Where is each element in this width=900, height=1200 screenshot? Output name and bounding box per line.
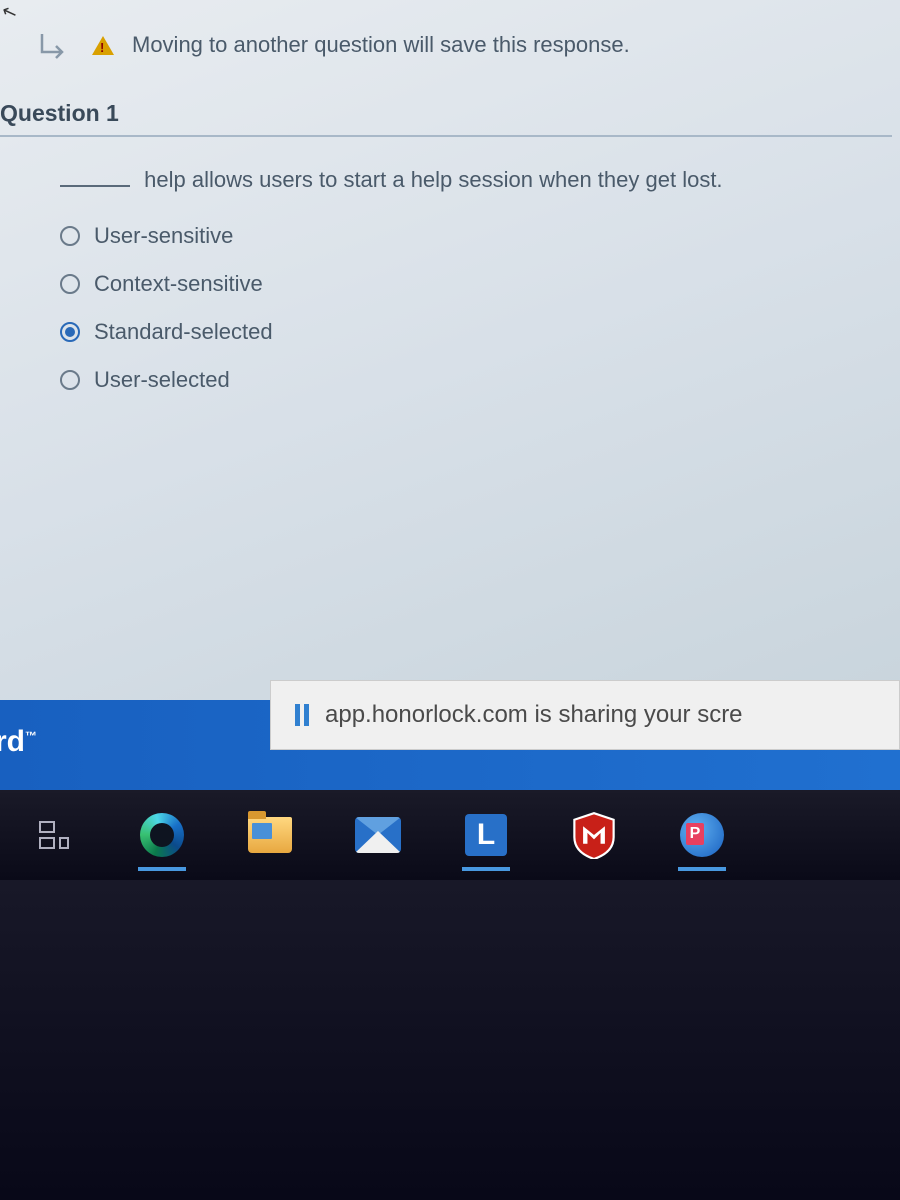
radio-icon[interactable] <box>60 226 80 246</box>
active-indicator <box>462 867 510 871</box>
task-view-icon[interactable] <box>30 811 78 859</box>
option-label: User-selected <box>94 367 230 393</box>
option-label: User-sensitive <box>94 223 233 249</box>
option-3[interactable]: Standard-selected <box>60 319 880 345</box>
trademark-symbol: ™ <box>25 729 37 743</box>
question-text-content: help allows users to start a help sessio… <box>144 167 722 192</box>
option-1[interactable]: User-sensitive <box>60 223 880 249</box>
lockdown-browser-icon[interactable]: L <box>462 811 510 859</box>
fill-blank <box>60 185 130 187</box>
pause-icon <box>295 704 309 726</box>
active-indicator <box>678 867 726 871</box>
warning-text: Moving to another question will save thi… <box>132 32 630 58</box>
pearson-icon[interactable] <box>678 811 726 859</box>
screen-share-notification[interactable]: app.honorlock.com is sharing your scre <box>270 680 900 750</box>
radio-icon-selected[interactable] <box>60 322 80 342</box>
option-label: Standard-selected <box>94 319 273 345</box>
quiz-content-area: ↖ Moving to another question will save t… <box>0 0 900 720</box>
question-header: Question 1 <box>0 80 892 137</box>
mcafee-icon[interactable] <box>570 811 618 859</box>
question-prompt: help allows users to start a help sessio… <box>60 167 880 193</box>
windows-taskbar: L <box>0 790 900 880</box>
radio-icon[interactable] <box>60 274 80 294</box>
active-indicator <box>138 867 186 871</box>
answer-options: User-sensitive Context-sensitive Standar… <box>60 223 880 393</box>
nav-arrow-container <box>40 30 74 60</box>
question-body: help allows users to start a help sessio… <box>0 137 900 435</box>
radio-icon[interactable] <box>60 370 80 390</box>
desk-surface <box>0 880 900 1200</box>
warning-banner: Moving to another question will save thi… <box>0 0 900 80</box>
file-explorer-icon[interactable] <box>246 811 294 859</box>
edge-browser-icon[interactable] <box>138 811 186 859</box>
option-4[interactable]: User-selected <box>60 367 880 393</box>
option-2[interactable]: Context-sensitive <box>60 271 880 297</box>
share-notification-text: app.honorlock.com is sharing your scre <box>325 701 743 729</box>
mail-icon[interactable] <box>354 811 402 859</box>
brand-fragment: rd™ <box>0 725 37 759</box>
next-arrow-icon[interactable] <box>40 30 74 60</box>
option-label: Context-sensitive <box>94 271 263 297</box>
warning-icon <box>92 36 114 55</box>
